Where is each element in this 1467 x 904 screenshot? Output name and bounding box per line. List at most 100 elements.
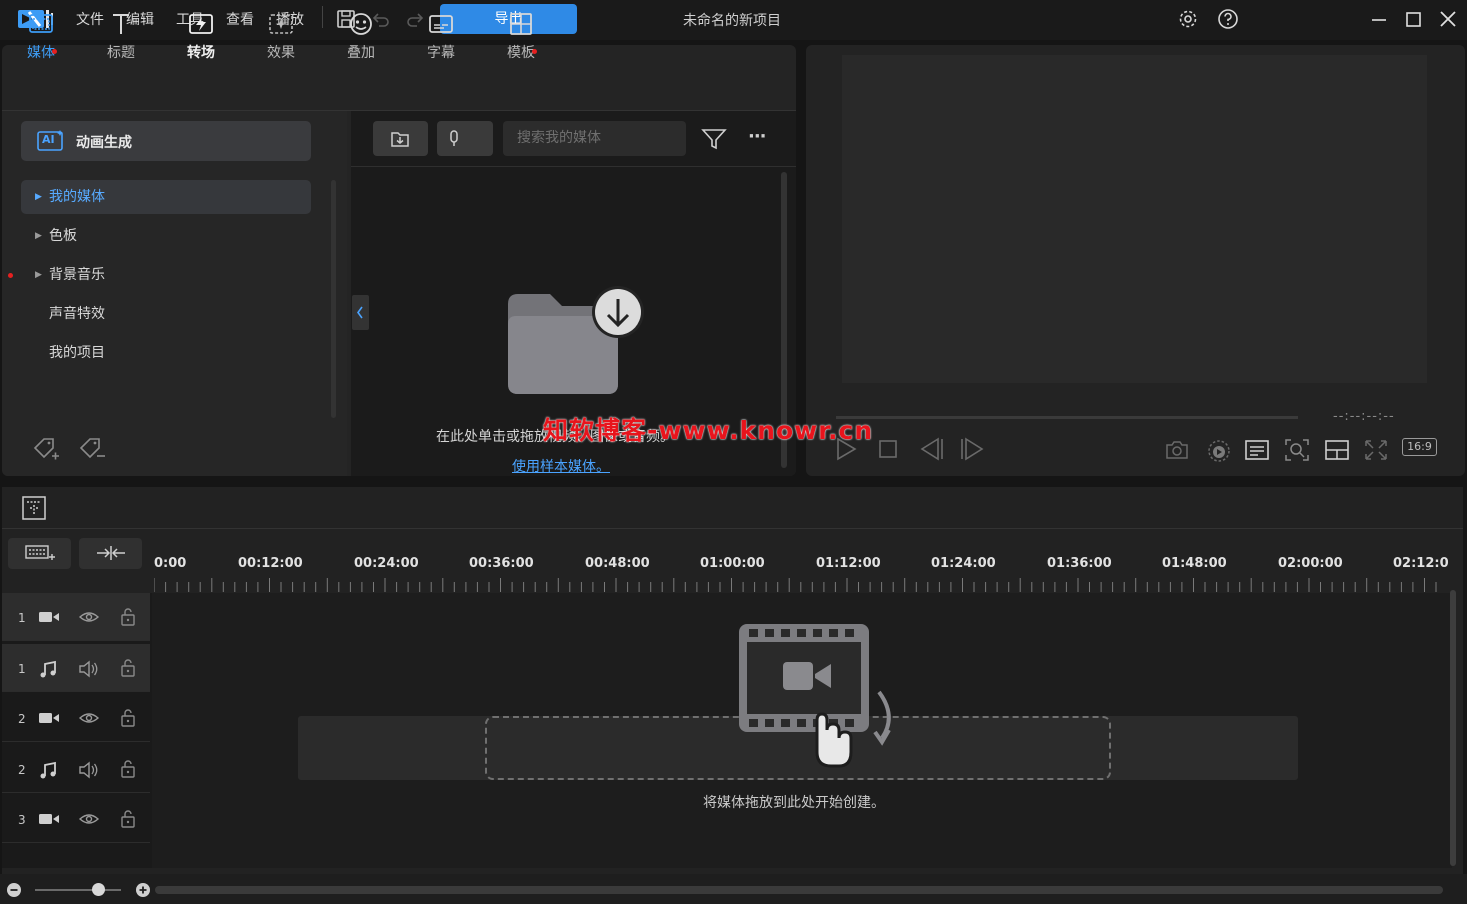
track-header-audio-2[interactable]: 2 <box>2 745 150 793</box>
use-sample-media-link[interactable]: 使用样本媒体。 <box>512 456 610 476</box>
track-lock-icon[interactable] <box>120 607 136 627</box>
ruler-time-label: 01:48:00 <box>1162 556 1227 571</box>
track-lock-icon[interactable] <box>120 809 136 829</box>
sidebar-scrollbar[interactable] <box>331 180 336 418</box>
track-header-audio-1[interactable]: 1 <box>2 644 150 692</box>
collapse-sidebar-button[interactable] <box>352 295 369 330</box>
track-lock-icon[interactable] <box>120 708 136 728</box>
aspect-ratio-button[interactable]: 16:9 <box>1402 438 1437 456</box>
sidebar-item-my-projects[interactable]: 我的项目 <box>21 336 311 370</box>
zoom-slider-track[interactable] <box>35 889 121 891</box>
timeline-toolbar-divider <box>2 528 1463 529</box>
visibility-eye-icon[interactable] <box>78 609 100 625</box>
expand-arrow-icon: ▶ <box>35 192 42 202</box>
tab-templates[interactable]: 模板 <box>490 10 552 62</box>
playback-progress-bar[interactable] <box>836 416 1298 419</box>
library-sidebar <box>2 111 347 476</box>
sidebar-item-sound-effects[interactable]: 声音特效 <box>21 297 311 331</box>
track-manager-button[interactable] <box>8 538 71 569</box>
track-number: 1 <box>18 662 26 676</box>
layout-switch-icon[interactable] <box>1324 438 1350 462</box>
notification-dot <box>8 273 13 278</box>
notification-dot <box>532 49 537 54</box>
sidebar-item-my-media[interactable]: ▶ 我的媒体 <box>21 180 311 214</box>
add-tag-icon[interactable] <box>32 436 60 464</box>
help-icon[interactable] <box>1217 8 1241 32</box>
zoom-in-icon[interactable] <box>135 882 151 898</box>
subtitle-view-icon[interactable] <box>1244 438 1270 462</box>
timeline-tools-icon[interactable] <box>22 496 46 520</box>
sidebar-item-label: 背景音乐 <box>49 267 105 283</box>
ruler-ticks <box>154 578 1437 592</box>
track-lock-icon[interactable] <box>120 759 136 779</box>
track-number: 2 <box>18 712 26 726</box>
minimize-icon[interactable] <box>1368 8 1392 32</box>
track-number: 1 <box>18 611 26 625</box>
template-icon <box>507 10 535 38</box>
next-frame-icon[interactable] <box>958 436 986 462</box>
import-media-button[interactable] <box>373 121 428 156</box>
title-icon <box>107 10 135 38</box>
zoom-preview-icon[interactable] <box>1284 438 1310 462</box>
watermark-text: 知软博客-www.knowr.cn <box>543 416 874 445</box>
media-toolbar-divider <box>351 166 796 167</box>
tab-subtitles[interactable]: 字幕 <box>410 10 472 62</box>
ruler-time-label: 00:12:00 <box>238 556 303 571</box>
expand-arrow-icon: ▶ <box>35 231 42 241</box>
video-camera-icon <box>38 811 60 827</box>
timeline-vertical-scrollbar[interactable] <box>1450 590 1456 866</box>
effects-icon <box>267 10 295 38</box>
tab-media[interactable]: 媒体 <box>10 10 72 62</box>
tab-overlay[interactable]: 叠加 <box>330 10 392 62</box>
tab-label: 叠加 <box>347 45 375 61</box>
media-search-input[interactable]: 搜索我的媒体 <box>503 121 686 156</box>
playback-quality-icon[interactable] <box>1205 437 1233 463</box>
sidebar-item-color-boards[interactable]: ▶ 色板 <box>21 219 311 253</box>
settings-gear-icon[interactable] <box>1177 8 1201 32</box>
track-header-video-2[interactable]: 2 <box>2 694 150 742</box>
tab-label: 字幕 <box>427 45 455 61</box>
remove-tag-icon[interactable] <box>78 436 106 464</box>
track-lock-icon[interactable] <box>120 658 136 678</box>
preview-screen[interactable] <box>842 55 1427 383</box>
sidebar-item-label: 色板 <box>49 228 77 244</box>
zoom-slider-handle[interactable] <box>92 883 105 896</box>
tab-effects[interactable]: 效果 <box>250 10 312 62</box>
overlay-icon <box>347 10 375 38</box>
video-camera-icon <box>38 609 60 625</box>
maximize-icon[interactable] <box>1403 8 1427 32</box>
tab-transitions[interactable]: 转场 <box>170 10 232 62</box>
volume-speaker-icon[interactable] <box>78 761 100 779</box>
sidebar-item-background-music[interactable]: ▶ 背景音乐 <box>21 258 311 292</box>
music-note-icon <box>38 660 58 680</box>
music-note-icon <box>38 761 58 781</box>
ruler-time-label: 01:24:00 <box>931 556 996 571</box>
record-voice-button[interactable] <box>437 121 493 156</box>
fit-timeline-button[interactable] <box>79 538 142 569</box>
ai-icon: AI <box>37 129 65 153</box>
video-camera-icon <box>38 710 60 726</box>
subtitle-icon <box>427 10 455 38</box>
volume-speaker-icon[interactable] <box>78 660 100 678</box>
snapshot-camera-icon[interactable] <box>1164 438 1190 462</box>
filter-icon[interactable] <box>701 127 727 151</box>
visibility-eye-icon[interactable] <box>78 811 100 827</box>
stop-icon[interactable] <box>876 436 902 462</box>
folder-download-icon[interactable] <box>506 286 646 398</box>
sidebar-item-label: 声音特效 <box>49 306 105 322</box>
ruler-time-label: 00:24:00 <box>354 556 419 571</box>
previous-frame-icon[interactable] <box>918 436 946 462</box>
ai-animation-button[interactable]: AI 动画生成 <box>21 121 311 161</box>
fullscreen-icon[interactable] <box>1363 438 1389 462</box>
close-icon[interactable] <box>1437 8 1461 32</box>
tab-titles[interactable]: 标题 <box>90 10 152 62</box>
timeline-horizontal-scrollbar[interactable] <box>155 886 1443 894</box>
visibility-eye-icon[interactable] <box>78 710 100 726</box>
ruler-time-label: 01:00:00 <box>700 556 765 571</box>
media-icon <box>27 10 55 38</box>
track-header-video-3[interactable]: 3 <box>2 795 150 843</box>
more-options-icon[interactable]: ··· <box>748 126 766 147</box>
ruler-time-label: 01:12:00 <box>816 556 881 571</box>
track-header-video-1[interactable]: 1 <box>2 593 150 641</box>
zoom-out-icon[interactable] <box>6 882 22 898</box>
